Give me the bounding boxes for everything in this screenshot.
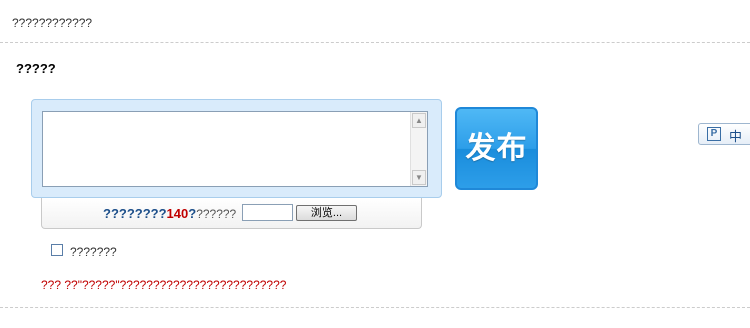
attach-label: ??????	[196, 207, 237, 221]
option-checkbox-label: ???????	[70, 245, 117, 259]
editor-frame: ▲ ▼	[31, 99, 442, 198]
top-divider	[0, 42, 750, 43]
option-checkbox[interactable]	[51, 244, 63, 256]
section-title: ?????	[16, 61, 56, 76]
char-count-limit: 140	[166, 206, 189, 221]
publish-button[interactable]: 发布	[455, 107, 538, 190]
bottom-divider	[0, 307, 750, 308]
arrow-down-icon[interactable]: ▼	[412, 170, 426, 185]
ime-toolbar[interactable]: P 中	[698, 123, 750, 145]
char-count-prefix: ????????	[103, 206, 167, 221]
char-count-mid: ?	[188, 206, 197, 221]
file-path-input[interactable]	[242, 204, 293, 221]
notice-text: ??? ??"?????"?????????????????????????	[41, 278, 287, 292]
ime-language-label[interactable]: 中	[729, 126, 742, 145]
header-text: ????????????	[12, 16, 93, 30]
arrow-up-icon[interactable]: ▲	[412, 113, 426, 128]
post-textarea[interactable]: ▲ ▼	[42, 111, 428, 187]
char-count-text: ????????140???????	[103, 206, 236, 221]
textarea-scrollbar[interactable]: ▲ ▼	[410, 112, 427, 186]
editor-toolbar: ????????140??????? 浏览...	[41, 198, 422, 229]
ime-p-icon[interactable]: P	[707, 127, 721, 141]
browse-button[interactable]: 浏览...	[296, 205, 357, 221]
